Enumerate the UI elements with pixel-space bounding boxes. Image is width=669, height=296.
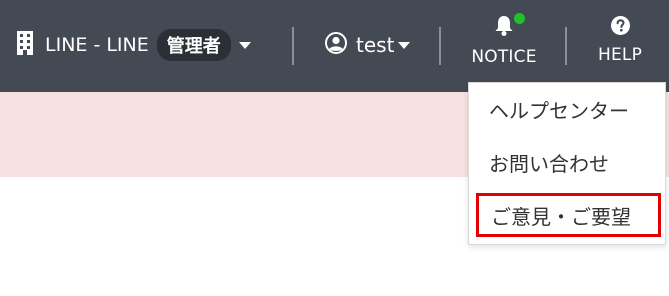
organization-switcher[interactable]: LINE - LINE 管理者: [17, 28, 251, 62]
menu-item-help-center[interactable]: ヘルプセンター: [469, 87, 665, 131]
question-circle-icon: [610, 16, 630, 39]
chevron-down-icon: [238, 41, 251, 49]
user-circle-icon: [325, 32, 347, 58]
notification-dot: [514, 13, 525, 24]
help-button[interactable]: HELP: [585, 12, 655, 80]
top-navigation-bar: LINE - LINE 管理者 test NOTICE HELP: [0, 0, 669, 92]
divider: [565, 27, 567, 65]
help-label: HELP: [597, 45, 643, 65]
divider: [292, 27, 294, 65]
menu-item-feedback[interactable]: ご意見・ご要望: [476, 193, 661, 237]
menu-item-label: ご意見・ご要望: [491, 204, 631, 229]
menu-item-label: ヘルプセンター: [489, 98, 629, 123]
menu-item-label: お問い合わせ: [489, 151, 609, 176]
menu-item-contact[interactable]: お問い合わせ: [469, 140, 665, 184]
chevron-down-icon: [398, 41, 411, 49]
role-badge: 管理者: [156, 29, 231, 61]
bell-icon: [494, 15, 514, 41]
notice-button[interactable]: NOTICE: [460, 12, 548, 80]
building-icon: [17, 31, 33, 59]
help-dropdown-menu: ヘルプセンター お問い合わせ ご意見・ご要望: [468, 82, 666, 245]
notice-label: NOTICE: [471, 47, 537, 67]
user-name: test: [356, 33, 395, 57]
divider: [439, 27, 441, 65]
user-menu[interactable]: test: [325, 29, 411, 61]
organization-name: LINE - LINE: [45, 34, 149, 56]
